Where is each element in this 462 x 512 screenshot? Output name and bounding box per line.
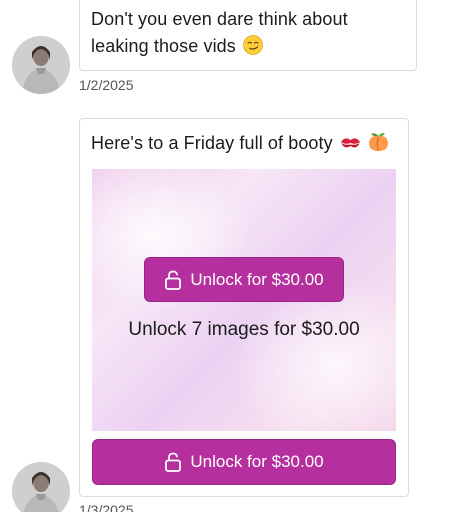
chat-page: Don't you even dare think about leaking … <box>0 0 462 512</box>
unlock-button-label: Unlock for $30.00 <box>190 452 324 471</box>
locked-media-preview: Unlock for $30.00 Unlock 7 images for $3… <box>92 169 396 431</box>
profile-photo-icon <box>12 36 70 94</box>
kiss-mark-emoji <box>340 133 361 160</box>
message-text-body: Don't you even dare think about leaking … <box>91 9 348 56</box>
message-timestamp: 1/2/2025 <box>79 77 134 93</box>
message-text: Here's to a Friday full of booty <box>91 130 389 160</box>
peach-emoji <box>368 132 389 160</box>
message-bubble: Here's to a Friday full of booty Unlock … <box>79 118 409 497</box>
avatar[interactable] <box>12 462 70 512</box>
unlock-overlay-button[interactable]: Unlock for $30.00 <box>144 257 344 302</box>
unlock-overlay-button-label: Unlock for $30.00 <box>190 269 324 289</box>
message-text: Don't you even dare think about leaking … <box>91 6 404 63</box>
unlock-icon <box>165 452 182 472</box>
message-timestamp: 1/3/2025 <box>79 502 134 512</box>
message-bubble: Don't you even dare think about leaking … <box>79 0 417 71</box>
profile-photo-icon <box>12 462 70 512</box>
smirking-face-emoji <box>243 35 263 63</box>
unlock-icon <box>165 270 182 290</box>
unlock-button[interactable]: Unlock for $30.00 <box>92 439 396 485</box>
unlock-caption: Unlock 7 images for $30.00 <box>128 319 360 340</box>
message-text-body: Here's to a Friday full of booty <box>91 133 333 153</box>
avatar[interactable] <box>12 36 70 94</box>
